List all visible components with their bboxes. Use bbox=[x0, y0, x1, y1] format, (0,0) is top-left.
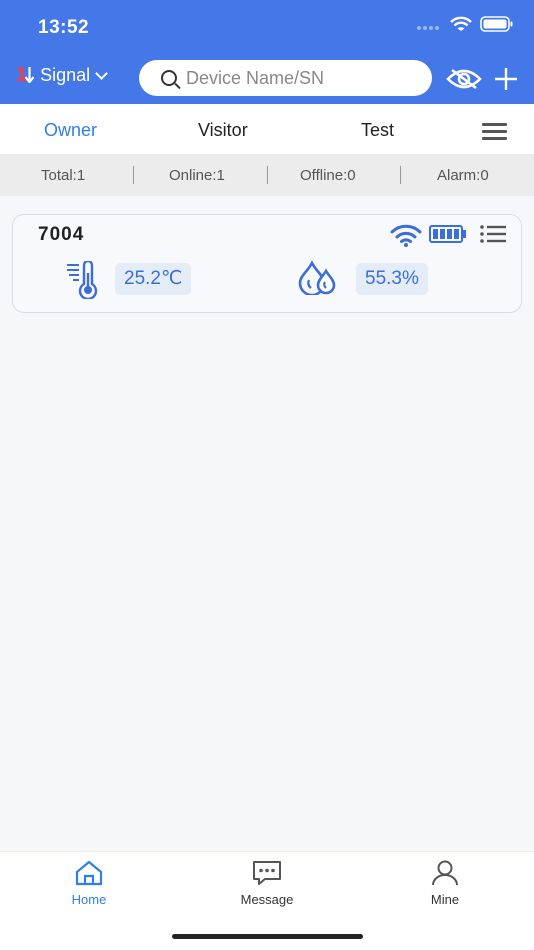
user-icon bbox=[432, 860, 458, 886]
search-input[interactable] bbox=[186, 67, 416, 89]
signal-label: Signal bbox=[40, 65, 91, 85]
stat-total: Total:1 bbox=[41, 167, 86, 184]
hide-eye-icon[interactable] bbox=[446, 67, 482, 91]
temperature-value: 25.2℃ bbox=[115, 263, 192, 295]
home-indicator bbox=[172, 934, 363, 939]
signal-app-selector[interactable]: 1 Signal bbox=[16, 64, 109, 87]
add-device-icon[interactable] bbox=[494, 67, 518, 91]
wifi-icon bbox=[390, 224, 422, 247]
battery-status-icon bbox=[480, 16, 513, 32]
device-stats-bar: Total:1 Online:1 Offline:0 Alarm:0 bbox=[0, 154, 534, 196]
nav-home-label: Home bbox=[71, 892, 107, 907]
message-icon bbox=[253, 861, 281, 885]
divider bbox=[133, 166, 134, 184]
cellular-signal-icon bbox=[417, 26, 439, 30]
thermometer-icon bbox=[67, 261, 98, 299]
stat-offline: Offline:0 bbox=[300, 167, 356, 184]
humidity-icon bbox=[298, 261, 336, 295]
nav-mine[interactable]: Mine bbox=[405, 860, 485, 907]
chevron-down-icon bbox=[95, 66, 109, 80]
battery-icon bbox=[429, 225, 466, 243]
wifi-status-icon bbox=[450, 16, 472, 31]
device-menu-icon[interactable] bbox=[480, 224, 506, 244]
stat-alarm: Alarm:0 bbox=[437, 167, 489, 184]
nav-message[interactable]: Message bbox=[227, 860, 307, 907]
nav-message-label: Message bbox=[240, 892, 294, 907]
status-icons bbox=[416, 16, 514, 32]
status-bar: 13:52 bbox=[0, 0, 534, 54]
nav-home[interactable]: Home bbox=[49, 860, 129, 907]
tab-test[interactable]: Test bbox=[361, 120, 394, 141]
humidity-value: 55.3% bbox=[356, 263, 428, 295]
tab-visitor[interactable]: Visitor bbox=[198, 120, 248, 141]
device-card[interactable]: 7004 25.2℃ 55.3% bbox=[12, 214, 522, 313]
nav-mine-label: Mine bbox=[430, 892, 460, 907]
divider bbox=[400, 166, 401, 184]
toolbar: 1 Signal bbox=[0, 54, 534, 104]
device-name: 7004 bbox=[38, 224, 85, 245]
home-icon bbox=[75, 860, 103, 886]
stat-online: Online:1 bbox=[169, 167, 225, 184]
search-box[interactable] bbox=[139, 60, 432, 96]
tab-owner[interactable]: Owner bbox=[44, 120, 97, 141]
header: 13:52 1 Signal bbox=[0, 0, 534, 104]
search-icon bbox=[161, 70, 177, 86]
signal-logo-icon: 1 bbox=[16, 64, 35, 87]
divider bbox=[267, 166, 268, 184]
group-tabs: Owner Visitor Test bbox=[0, 104, 534, 154]
status-time: 13:52 bbox=[38, 17, 90, 38]
group-menu-icon[interactable] bbox=[482, 123, 507, 144]
